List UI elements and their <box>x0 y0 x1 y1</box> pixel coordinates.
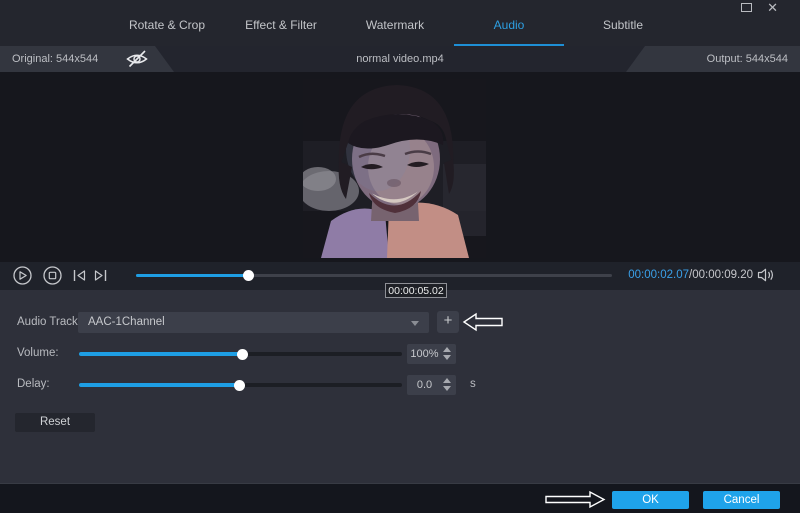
tab-bar: Rotate & Crop Effect & Filter Watermark … <box>110 13 680 46</box>
stop-icon[interactable] <box>43 266 62 290</box>
filename-band: normal video.mp4 <box>155 46 645 72</box>
header-bar: Rotate & Crop Effect & Filter Watermark … <box>0 0 800 46</box>
cursor-arrow-right <box>545 490 606 509</box>
stepper-down-icon[interactable] <box>443 355 451 360</box>
volume-slider[interactable] <box>79 348 402 360</box>
tab-effect-filter[interactable]: Effect & Filter <box>224 13 338 46</box>
volume-label: Volume: <box>17 347 59 359</box>
cursor-arrow-left <box>462 312 503 332</box>
tab-rotate-crop[interactable]: Rotate & Crop <box>110 13 224 46</box>
speaker-icon[interactable] <box>757 268 774 287</box>
close-icon[interactable]: ✕ <box>767 1 778 14</box>
volume-input[interactable]: 100% <box>407 344 456 364</box>
delay-slider-thumb[interactable] <box>233 379 245 391</box>
stepper-down-icon[interactable] <box>443 386 451 391</box>
tab-audio[interactable]: Audio <box>452 13 566 46</box>
video-filename: normal video.mp4 <box>356 53 444 65</box>
volume-value: 100% <box>410 348 439 360</box>
tab-watermark[interactable]: Watermark <box>338 13 452 46</box>
next-frame-icon[interactable] <box>93 268 108 288</box>
delay-slider[interactable] <box>79 379 402 391</box>
seek-position-tooltip: 00:00:05.02 <box>385 283 447 298</box>
stepper-up-icon[interactable] <box>443 347 451 352</box>
reset-button[interactable]: Reset <box>15 413 95 432</box>
maximize-icon[interactable] <box>741 3 752 12</box>
delay-slider-fill <box>79 379 245 391</box>
delay-label: Delay: <box>17 378 50 390</box>
original-resolution: Original: 544x544 <box>12 53 99 65</box>
cancel-button[interactable]: Cancel <box>703 491 780 509</box>
current-time: 00:00:02.07 <box>628 269 690 281</box>
audio-track-select[interactable]: AAC-1Channel <box>78 312 429 333</box>
add-audio-track-button[interactable]: + <box>437 311 459 333</box>
ok-button[interactable]: OK <box>612 491 689 509</box>
video-preview <box>303 79 486 258</box>
audio-edit-dialog: Rotate & Crop Effect & Filter Watermark … <box>0 0 800 513</box>
volume-stepper[interactable] <box>443 347 452 361</box>
seek-slider-thumb[interactable] <box>242 270 254 281</box>
total-duration: 00:00:09.20 <box>692 269 753 281</box>
output-resolution: Output: 544x544 <box>706 53 788 65</box>
seek-slider-fill <box>136 270 254 281</box>
delay-value: 0.0 <box>416 379 433 391</box>
audio-track-label: Audio Track: <box>17 316 81 328</box>
play-icon[interactable] <box>13 266 32 290</box>
seek-slider[interactable] <box>136 270 612 281</box>
volume-slider-thumb[interactable] <box>237 348 249 360</box>
chevron-down-icon <box>411 321 419 326</box>
previous-frame-icon[interactable] <box>72 268 87 288</box>
stepper-up-icon[interactable] <box>443 378 451 383</box>
tab-subtitle[interactable]: Subtitle <box>566 13 680 46</box>
delay-stepper[interactable] <box>443 378 452 392</box>
video-info-bar: normal video.mp4 Original: 544x544 Outpu… <box>0 46 800 72</box>
eye-off-icon[interactable] <box>125 50 149 68</box>
delay-unit: s <box>470 378 476 390</box>
time-display: 00:00:02.07/00:00:09.20 <box>628 269 753 281</box>
audio-track-value: AAC-1Channel <box>88 316 165 328</box>
volume-slider-fill <box>79 348 249 360</box>
delay-input[interactable]: 0.0 <box>407 375 456 395</box>
